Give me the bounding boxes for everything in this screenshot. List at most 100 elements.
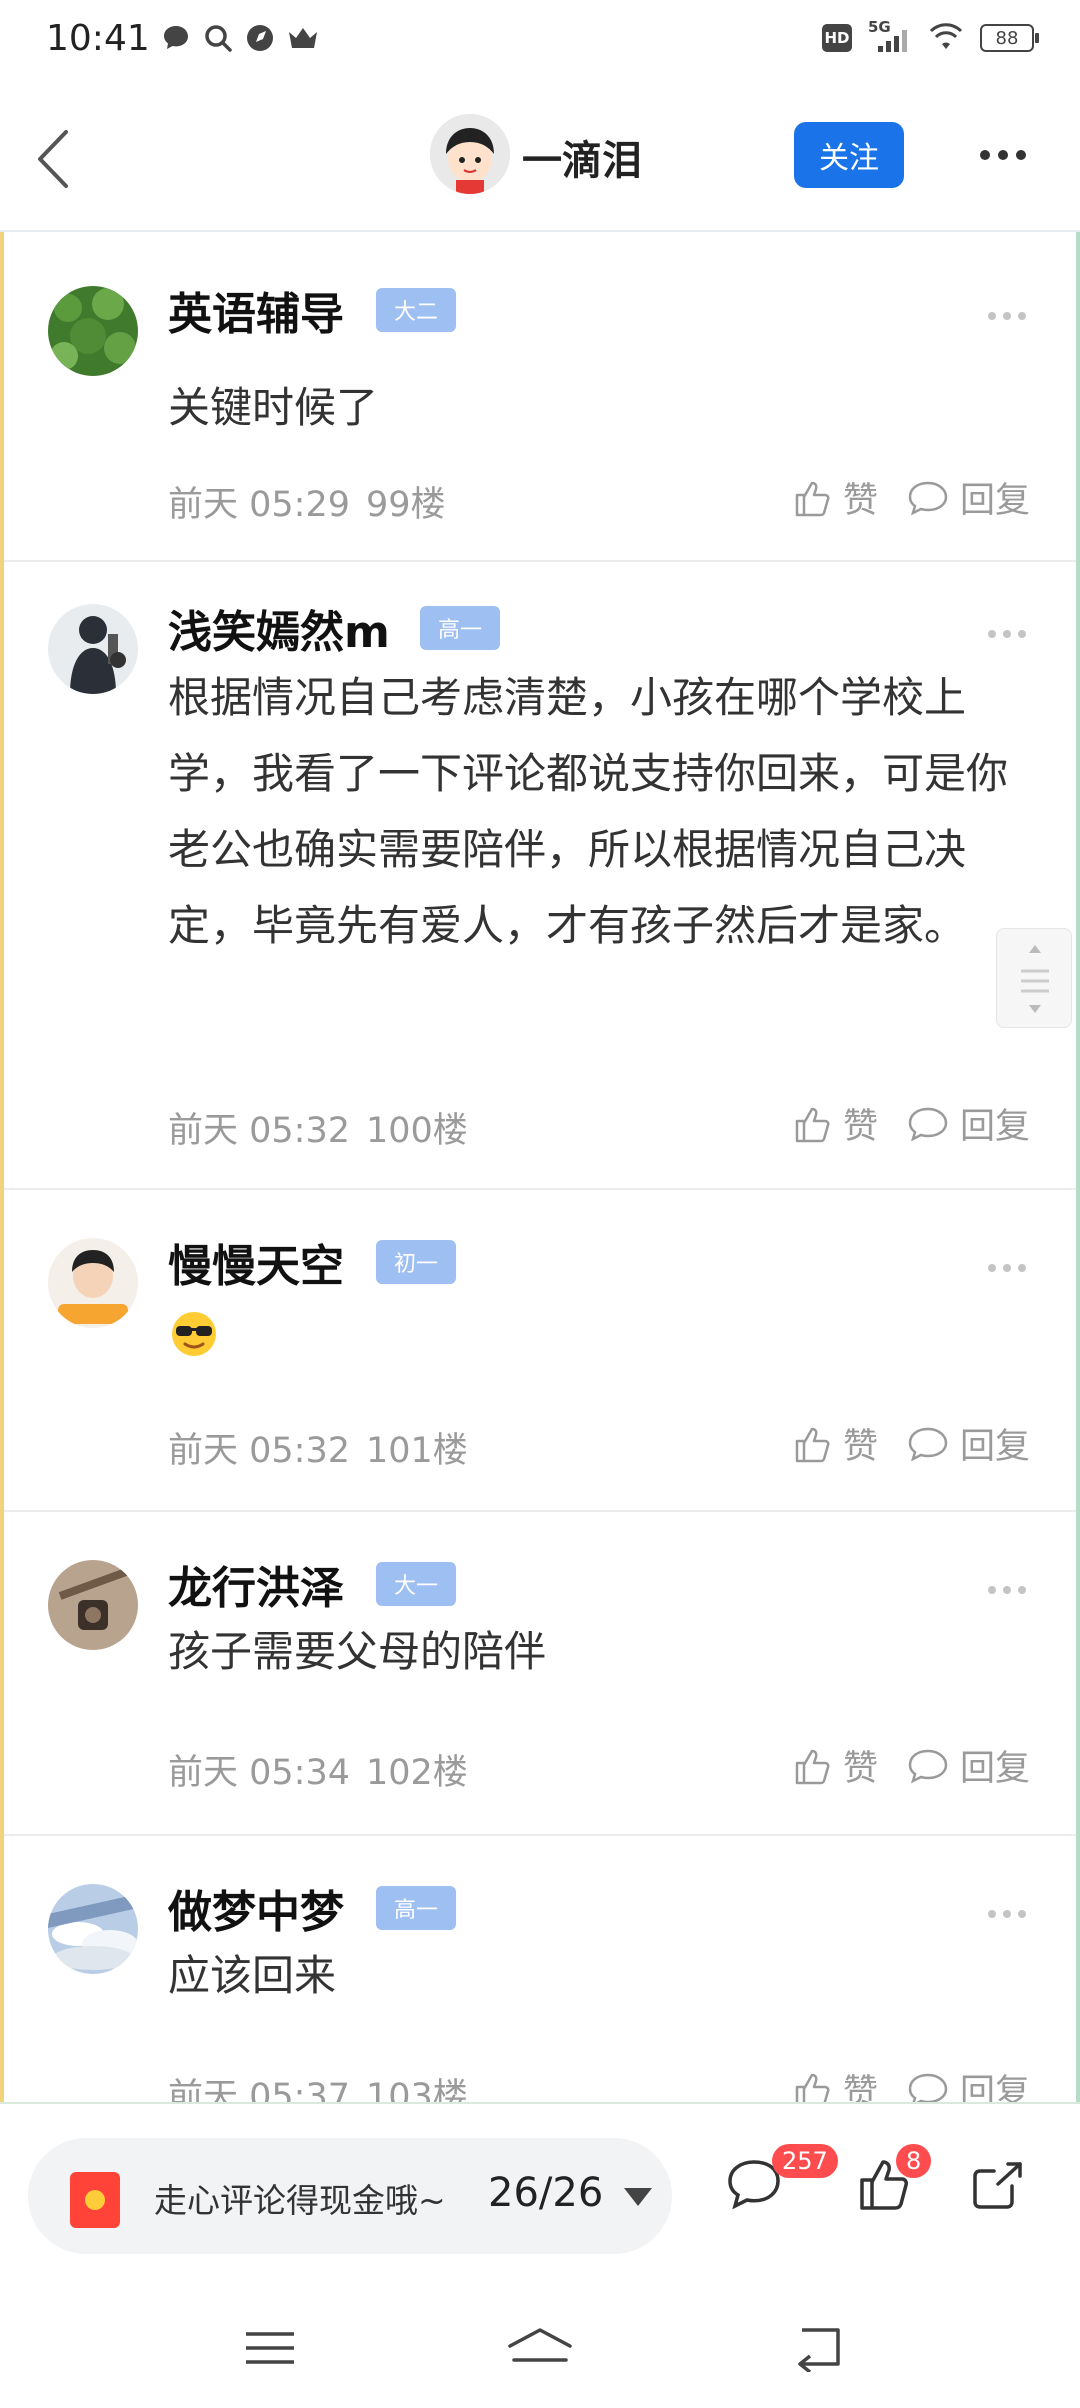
sunglasses-emoji-icon (172, 1312, 216, 1356)
reply-label: 回复 (959, 1749, 1030, 1789)
comment-actions: 赞 回复 (791, 1418, 1030, 1469)
back-nav-icon[interactable] (790, 2324, 850, 2372)
comment-date: 前天 05:32 (168, 1111, 350, 1151)
like-button[interactable]: 赞 (791, 2064, 878, 2102)
comment-meta: 前天 05:37 103楼 (168, 2068, 468, 2102)
comment-item: 慢慢天空 初一 前天 05:32 101楼 赞 回复 (4, 1192, 1076, 1512)
author-name[interactable]: 一滴泪 (522, 128, 642, 186)
commenter-avatar[interactable] (48, 286, 138, 376)
commenter-avatar[interactable] (48, 1238, 138, 1328)
like-label: 赞 (842, 1427, 878, 1467)
comment-prompt[interactable]: 走心评论得现金哦~ (154, 2174, 446, 2222)
hd-icon: HD (822, 24, 852, 52)
comment-count-badge: 257 (772, 2144, 838, 2178)
comment-meta: 前天 05:34 102楼 (168, 1744, 468, 1795)
reply-button[interactable]: 回复 (906, 1098, 1030, 1149)
like-button[interactable]: 赞 (791, 1098, 878, 1149)
page-indicator[interactable]: 26/26 (488, 2170, 603, 2216)
comment-item: 龙行洪泽 大一 孩子需要父母的陪伴 前天 05:34 102楼 赞 回复 (4, 1514, 1076, 1836)
thumbs-up-icon (795, 1107, 830, 1142)
signal-icon: 5G (868, 18, 912, 54)
thumbs-up-icon (795, 481, 830, 516)
comment-floor: 101楼 (366, 1431, 468, 1471)
reply-bubble-icon (908, 1427, 948, 1461)
grade-badge: 大一 (376, 1562, 457, 1606)
comment-floor: 103楼 (366, 2077, 468, 2102)
like-button[interactable]: 赞 (791, 1418, 878, 1469)
reply-button[interactable]: 回复 (906, 2064, 1030, 2102)
battery-level: 88 (995, 27, 1019, 49)
reply-bubble-icon (908, 481, 948, 515)
commenter-name[interactable]: 浅笑嫣然m (168, 596, 390, 660)
comment-actions: 赞 回复 (791, 2064, 1030, 2102)
comment-more-icon[interactable] (988, 1586, 1028, 1594)
comment-actions: 赞 回复 (791, 1740, 1030, 1791)
commenter-name[interactable]: 龙行洪泽 (168, 1552, 344, 1616)
like-button[interactable]: 赞 (791, 1740, 878, 1791)
bottom-action-bar: 走心评论得现金哦~ 26/26 257 8 (0, 2102, 1080, 2282)
comment-more-icon[interactable] (988, 1264, 1028, 1272)
thumbs-up-icon (795, 1427, 830, 1462)
status-system-icons: HD 5G 88 (822, 18, 1039, 54)
reply-label: 回复 (959, 481, 1030, 521)
comment-meta: 前天 05:32 101楼 (168, 1422, 468, 1473)
reply-label: 回复 (959, 1107, 1030, 1147)
grade-badge: 高一 (376, 1886, 457, 1930)
comment-text: 应该回来 (168, 1951, 337, 2000)
reply-button[interactable]: 回复 (906, 472, 1030, 523)
comment-meta: 前天 05:29 99楼 (168, 476, 446, 527)
scroll-handle[interactable] (996, 928, 1072, 1028)
comment-date: 前天 05:32 (168, 1431, 350, 1471)
like-button[interactable]: 赞 (791, 472, 878, 523)
reply-button[interactable]: 回复 (906, 1418, 1030, 1469)
like-label: 赞 (842, 481, 878, 521)
author-avatar[interactable] (430, 114, 510, 194)
commenter-avatar[interactable] (48, 1884, 138, 1974)
thumbs-up-icon (795, 1749, 830, 1784)
like-label: 赞 (842, 2073, 878, 2102)
commenter-name[interactable]: 做梦中梦 (168, 1876, 344, 1940)
reply-label: 回复 (959, 2073, 1030, 2102)
comment-text: 根据情况自己考虑清楚，小孩在哪个学校上学，我看了一下评论都说支持你回来，可是你老… (168, 673, 1009, 950)
comment-text: 孩子需要父母的陪伴 (168, 1627, 547, 1676)
follow-button[interactable]: 关注 (794, 122, 904, 188)
page-dropdown-icon[interactable] (624, 2188, 652, 2206)
comment-text: 关键时候了 (168, 383, 379, 432)
system-nav-bar (0, 2282, 1080, 2408)
wifi-icon (929, 23, 963, 49)
share-icon[interactable] (968, 2154, 1028, 2214)
reply-bubble-icon (908, 1107, 948, 1141)
commenter-avatar[interactable] (48, 604, 138, 694)
compass-icon (247, 25, 273, 51)
menu-icon[interactable] (240, 2324, 300, 2372)
like-label: 赞 (842, 1107, 878, 1147)
reply-button[interactable]: 回复 (906, 1740, 1030, 1791)
status-bar: 10:41 HD 5G 88 (0, 0, 1080, 84)
commenter-name[interactable]: 英语辅导 (168, 278, 344, 342)
comment-floor: 100楼 (366, 1111, 468, 1151)
comment-input-pill[interactable]: 走心评论得现金哦~ 26/26 (28, 2138, 672, 2254)
comment-more-icon[interactable] (988, 312, 1028, 320)
comment-item: 做梦中梦 高一 应该回来 前天 05:37 103楼 赞 回复 (4, 1838, 1076, 2102)
comment-meta: 前天 05:32 100楼 (168, 1102, 468, 1153)
comment-more-icon[interactable] (988, 630, 1028, 638)
thumbs-up-icon (795, 2073, 830, 2102)
commenter-avatar[interactable] (48, 1560, 138, 1650)
status-time: 10:41 (46, 18, 150, 59)
back-icon[interactable] (26, 120, 78, 198)
reply-label: 回复 (959, 1427, 1030, 1467)
comment-actions: 赞 回复 (791, 1098, 1030, 1149)
comment-floor: 102楼 (366, 1753, 468, 1793)
reply-bubble-icon (908, 2073, 948, 2102)
more-options-icon[interactable] (980, 140, 1036, 170)
search-icon (205, 25, 232, 52)
crown-icon (289, 28, 317, 48)
grade-badge: 高一 (420, 606, 501, 650)
commenter-name[interactable]: 慢慢天空 (168, 1230, 344, 1294)
home-icon[interactable] (504, 2324, 576, 2372)
grade-badge: 大二 (376, 288, 457, 332)
comment-date: 前天 05:37 (168, 2077, 350, 2102)
comment-list[interactable]: 英语辅导 大二 关键时候了 前天 05:29 99楼 赞 回复 浅笑嫣然m 高一 … (0, 232, 1080, 2102)
comment-date: 前天 05:29 (168, 485, 350, 525)
comment-more-icon[interactable] (988, 1910, 1028, 1918)
